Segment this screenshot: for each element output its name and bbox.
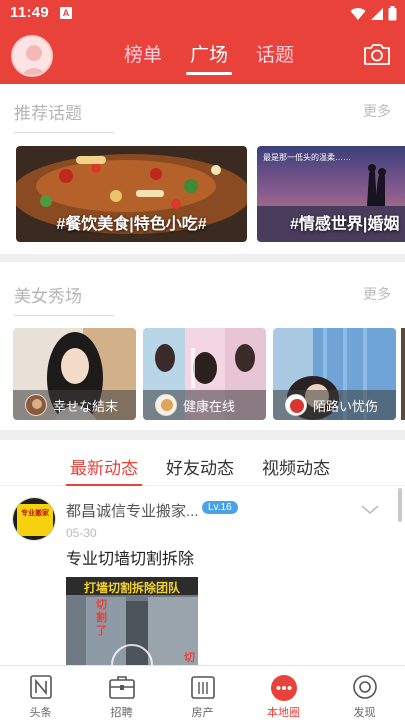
beauty-user-name: 陌路い忧伤 xyxy=(313,398,379,414)
user-mini-avatar xyxy=(285,394,307,416)
briefcase-icon xyxy=(108,676,135,699)
nav-label: 招聘 xyxy=(110,707,133,719)
level-badge: Lv.16 xyxy=(202,501,238,514)
battery-icon xyxy=(388,6,397,21)
beauty-info-bar: 幸せな結末 xyxy=(13,390,136,420)
post-image[interactable]: 打墙切割拆除团队 切 割 了 切 xyxy=(66,577,198,665)
tab-square[interactable]: 广场 xyxy=(176,40,242,75)
beauty-card-2[interactable]: 健康在线 xyxy=(143,328,266,420)
camera-icon[interactable] xyxy=(363,42,391,66)
tab-video-feed[interactable]: 视频动态 xyxy=(262,440,330,486)
scrollbar-thumb[interactable] xyxy=(398,488,402,522)
chevron-down-icon[interactable] xyxy=(361,505,379,515)
nav-jobs[interactable]: 招聘 xyxy=(81,666,162,720)
topic-card-food[interactable]: #餐饮美食|特色小吃# xyxy=(16,146,247,242)
top-header: 榜单 广场 话题 xyxy=(0,28,405,84)
section-separator xyxy=(0,430,405,440)
beauty-card-peek xyxy=(401,328,405,420)
chat-bubble-icon xyxy=(270,675,297,701)
section-underline xyxy=(14,315,114,316)
nav-local-circle[interactable]: 本地圈 xyxy=(243,666,324,720)
beauty-card-3[interactable]: 陌路い忧伤 xyxy=(273,328,396,420)
section-title-topics: 推荐话题 xyxy=(14,104,82,123)
image-caption: 打墙切割拆除团队 xyxy=(83,581,180,595)
status-bar: 11:49 A xyxy=(0,0,405,28)
beauty-card-1[interactable]: 幸せな結末 xyxy=(13,328,136,420)
post-text: 专业切墙切割拆除 xyxy=(66,551,195,568)
system-icons xyxy=(350,6,397,21)
avatar-text: 专业搬家 xyxy=(21,510,49,517)
recommended-topics-section: 推荐话题 更多 #餐饮美食|特色小吃# 最是那一低头的温柔…… #情感世界|婚姻 xyxy=(0,84,405,254)
tab-topics[interactable]: 话题 xyxy=(242,40,308,75)
user-avatar[interactable] xyxy=(11,35,53,77)
user-mini-avatar xyxy=(155,394,177,416)
tab-latest-feed[interactable]: 最新动态 xyxy=(66,440,142,486)
topic-overlay-text: 最是那一低头的温柔…… xyxy=(263,153,351,162)
beauty-show-section: 美女秀场 更多 幸せな結末 健康在线 陌路い忧伤 xyxy=(0,262,405,430)
feed-tabs: 最新动态 好友动态 视频动态 xyxy=(0,440,405,486)
building-icon xyxy=(190,676,215,699)
avatar-placeholder-icon xyxy=(13,37,51,75)
section-separator xyxy=(0,254,405,262)
post-author-name[interactable]: 都昌诚信专业搬家... xyxy=(66,500,199,521)
post-date: 05-30 xyxy=(66,526,97,540)
news-icon xyxy=(29,675,52,699)
topic-label: #餐饮美食|特色小吃# xyxy=(56,216,207,233)
topic-card-emotion[interactable]: 最是那一低头的温柔…… #情感世界|婚姻 xyxy=(257,146,405,242)
feed-post[interactable]: 专业搬家 都昌诚信专业搬家... Lv.16 05-30 专业切墙切割拆除 打墙… xyxy=(0,487,405,665)
more-topics-link[interactable]: 更多 xyxy=(363,101,391,121)
nav-label: 头条 xyxy=(29,707,52,719)
beauty-user-name: 健康在线 xyxy=(183,398,236,414)
nav-headlines[interactable]: 头条 xyxy=(0,666,81,720)
topic-label: #情感世界|婚姻 xyxy=(290,216,400,233)
beauty-info-bar: 健康在线 xyxy=(143,390,266,420)
user-mini-avatar xyxy=(25,394,47,416)
section-title-beauty: 美女秀场 xyxy=(14,287,82,306)
beauty-user-name: 幸せな結末 xyxy=(53,398,119,414)
beauty-info-bar: 陌路い忧伤 xyxy=(273,390,396,420)
section-underline xyxy=(14,132,114,133)
bottom-navigation: 头条 招聘 房产 本地圈 发现 xyxy=(0,665,405,720)
post-author-avatar[interactable]: 专业搬家 xyxy=(12,497,56,541)
image-side-text: 切 割 了 xyxy=(96,599,107,637)
tab-friends-feed[interactable]: 好友动态 xyxy=(166,440,234,486)
wifi-icon xyxy=(350,7,366,20)
nav-property[interactable]: 房产 xyxy=(162,666,243,720)
tab-rankings[interactable]: 榜单 xyxy=(110,40,176,75)
nav-label: 房产 xyxy=(191,707,214,719)
status-time: 11:49 xyxy=(10,4,50,21)
nav-discover[interactable]: 发现 xyxy=(324,666,405,720)
notification-a-icon: A xyxy=(60,7,72,19)
header-tabs: 榜单 广场 话题 xyxy=(110,40,308,75)
nav-label: 发现 xyxy=(353,707,376,719)
nav-label: 本地圈 xyxy=(267,707,300,719)
signal-icon xyxy=(371,7,383,20)
more-beauty-link[interactable]: 更多 xyxy=(363,284,391,304)
discover-icon xyxy=(352,675,377,699)
image-side-text-2: 切 xyxy=(184,652,195,664)
